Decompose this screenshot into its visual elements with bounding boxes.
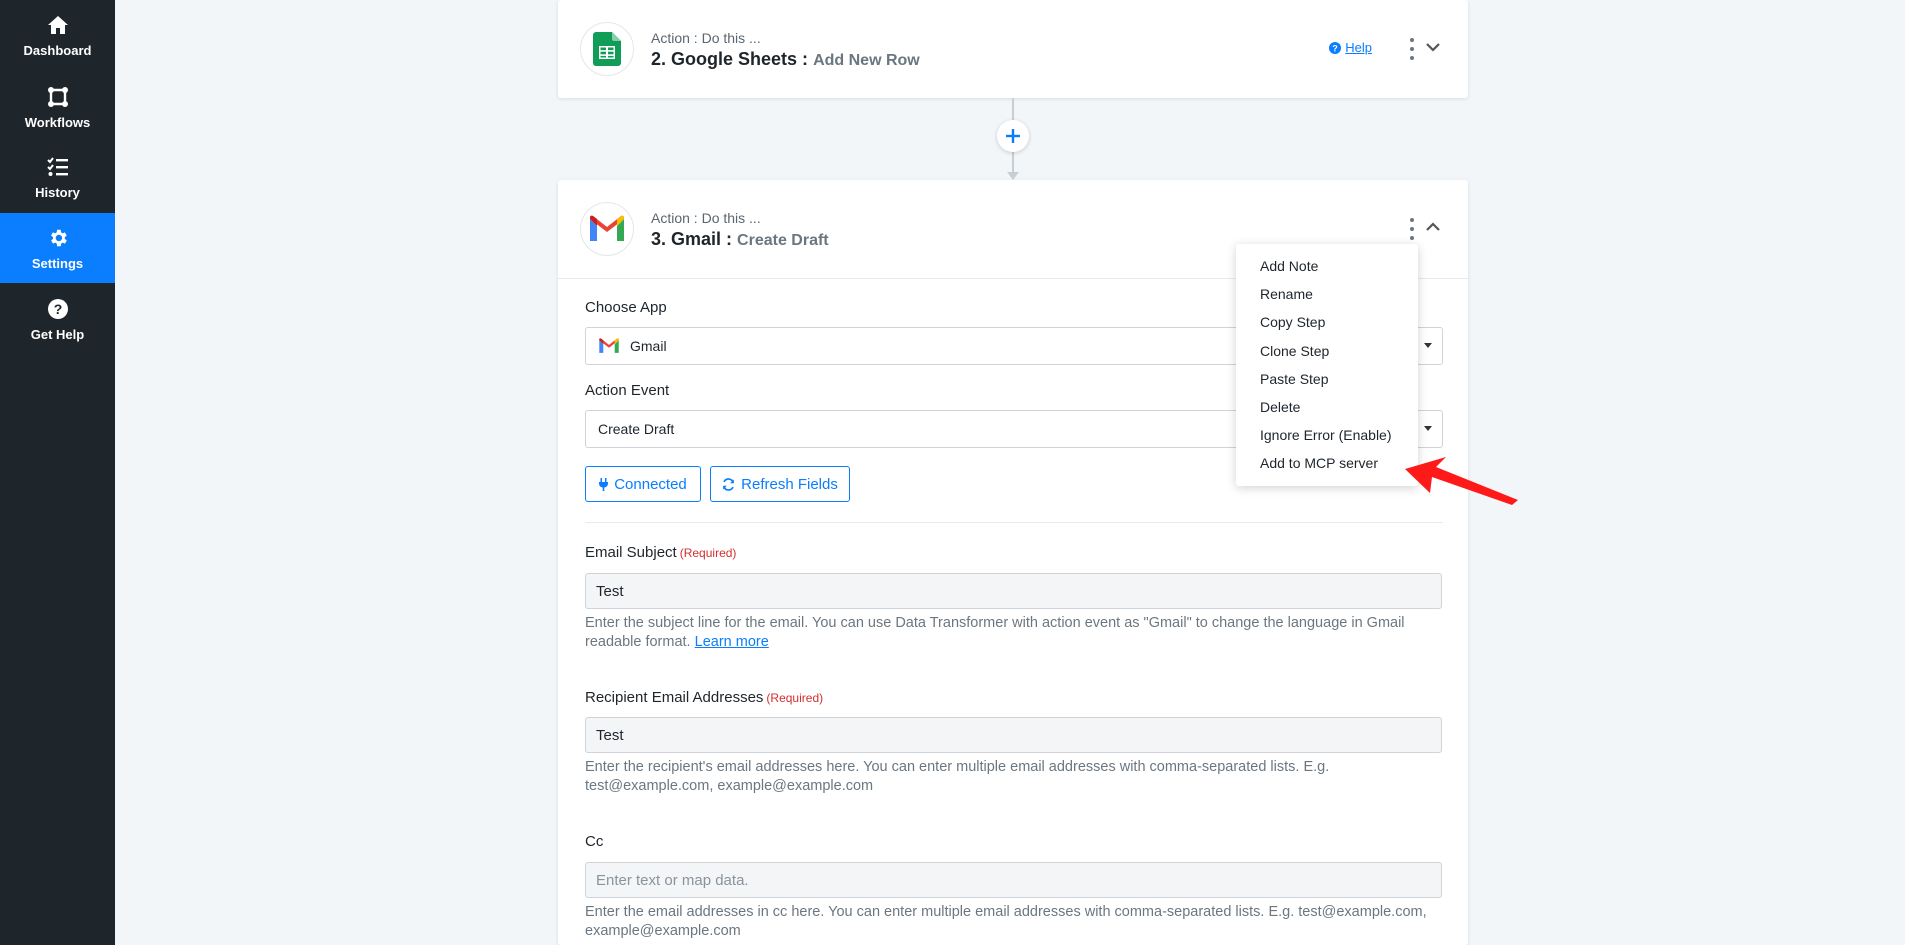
menu-item-add-note[interactable]: Add Note <box>1236 252 1418 280</box>
required-marker: (Required) <box>679 546 737 560</box>
recipient-value: Test <box>596 726 624 744</box>
gmail-icon <box>599 338 619 353</box>
more-options-icon[interactable] <box>1408 218 1416 240</box>
gear-icon <box>46 226 70 250</box>
connected-label: Connected <box>614 475 687 493</box>
svg-text:?: ? <box>53 301 62 317</box>
step-subtitle: Action : Do this ... <box>651 30 761 46</box>
step-app-name: 2. Google Sheets : <box>651 49 809 69</box>
choose-app-label: Choose App <box>585 299 667 316</box>
divider <box>585 522 1443 523</box>
connector-line <box>1012 98 1014 120</box>
sidebar-item-label: Workflows <box>24 114 91 130</box>
cc-help: Enter the email addresses in cc here. Yo… <box>585 904 1427 939</box>
sidebar-item-get-help[interactable]: ? Get Help <box>0 284 115 354</box>
connected-button[interactable]: Connected <box>585 466 701 502</box>
recipient-input[interactable]: Test <box>585 717 1442 753</box>
menu-item-rename[interactable]: Rename <box>1236 280 1418 308</box>
add-step-button[interactable] <box>997 120 1029 152</box>
email-subject-help: Enter the subject line for the email. Yo… <box>585 614 1455 652</box>
history-icon <box>46 155 70 179</box>
connector-arrow-icon <box>1007 172 1019 180</box>
step-title: 3. Gmail : Create Draft <box>651 229 829 250</box>
action-event-value: Create Draft <box>598 421 675 437</box>
step-event-name: Create Draft <box>737 232 829 249</box>
help-label: Help <box>1345 40 1372 55</box>
menu-item-add-to-mcp-server[interactable]: Add to MCP server <box>1236 449 1418 477</box>
step-subtitle: Action : Do this ... <box>651 210 761 226</box>
step-event-name: Add New Row <box>813 52 920 69</box>
more-options-icon[interactable] <box>1408 38 1416 60</box>
gmail-icon <box>580 202 634 256</box>
menu-item-delete[interactable]: Delete <box>1236 393 1418 421</box>
sidebar-item-history[interactable]: History <box>0 142 115 212</box>
menu-item-ignore-error[interactable]: Ignore Error (Enable) <box>1236 421 1418 449</box>
cc-input[interactable]: Enter text or map data. <box>585 862 1442 898</box>
plus-icon <box>1006 129 1020 143</box>
refresh-fields-button[interactable]: Refresh Fields <box>710 466 850 502</box>
recipient-label: Recipient Email Addresses (Required) <box>585 689 823 706</box>
required-marker: (Required) <box>766 691 824 705</box>
workflow-icon <box>46 85 70 109</box>
refresh-icon <box>723 477 735 491</box>
step-title: 2. Google Sheets : Add New Row <box>651 49 920 70</box>
svg-text:?: ? <box>1333 43 1339 53</box>
menu-item-clone-step[interactable]: Clone Step <box>1236 337 1418 365</box>
sidebar-item-workflows[interactable]: Workflows <box>0 72 115 142</box>
step-app-name: 3. Gmail : <box>651 229 733 249</box>
sidebar-item-label: Get Help <box>30 326 85 342</box>
learn-more-link[interactable]: Learn more <box>695 634 769 650</box>
menu-item-copy-step[interactable]: Copy Step <box>1236 308 1418 336</box>
menu-item-paste-step[interactable]: Paste Step <box>1236 365 1418 393</box>
sidebar-item-label: Dashboard <box>23 42 92 58</box>
sidebar-item-label: Settings <box>31 255 84 271</box>
plug-icon <box>599 477 609 491</box>
caret-down-icon <box>1424 426 1432 431</box>
sidebar-item-label: History <box>35 184 80 200</box>
action-event-label: Action Event <box>585 382 670 399</box>
step-options-menu: Add Note Rename Copy Step Clone Step Pas… <box>1236 244 1418 486</box>
step-header[interactable]: Action : Do this ... 2. Google Sheets : … <box>558 0 1468 98</box>
choose-app-value: Gmail <box>630 338 667 354</box>
question-icon: ? <box>46 297 70 321</box>
connector-line <box>1012 152 1014 174</box>
sidebar: Dashboard Workflows History Settings ? G… <box>0 0 115 945</box>
step-card-google-sheets: Action : Do this ... 2. Google Sheets : … <box>558 0 1468 98</box>
help-link[interactable]: ? Help <box>1329 40 1372 55</box>
chevron-up-icon[interactable] <box>1424 218 1442 236</box>
caret-down-icon <box>1424 343 1432 348</box>
cc-placeholder: Enter text or map data. <box>596 871 749 889</box>
annotation-arrow-icon <box>1405 457 1518 505</box>
recipient-label-text: Recipient Email Addresses <box>585 689 764 706</box>
refresh-label: Refresh Fields <box>741 475 838 493</box>
chevron-down-icon[interactable] <box>1424 38 1442 56</box>
recipient-help: Enter the recipient's email addresses he… <box>585 759 1330 794</box>
home-icon <box>46 13 70 37</box>
email-subject-label-text: Email Subject <box>585 544 677 561</box>
email-subject-value: Test <box>596 582 624 600</box>
email-subject-input[interactable]: Test <box>585 573 1442 609</box>
email-subject-label: Email Subject (Required) <box>585 544 736 561</box>
sidebar-item-dashboard[interactable]: Dashboard <box>0 0 115 70</box>
sidebar-item-settings[interactable]: Settings <box>0 213 115 283</box>
cc-label: Cc <box>585 833 604 850</box>
help-icon: ? <box>1329 41 1342 54</box>
google-sheets-icon <box>580 22 634 76</box>
